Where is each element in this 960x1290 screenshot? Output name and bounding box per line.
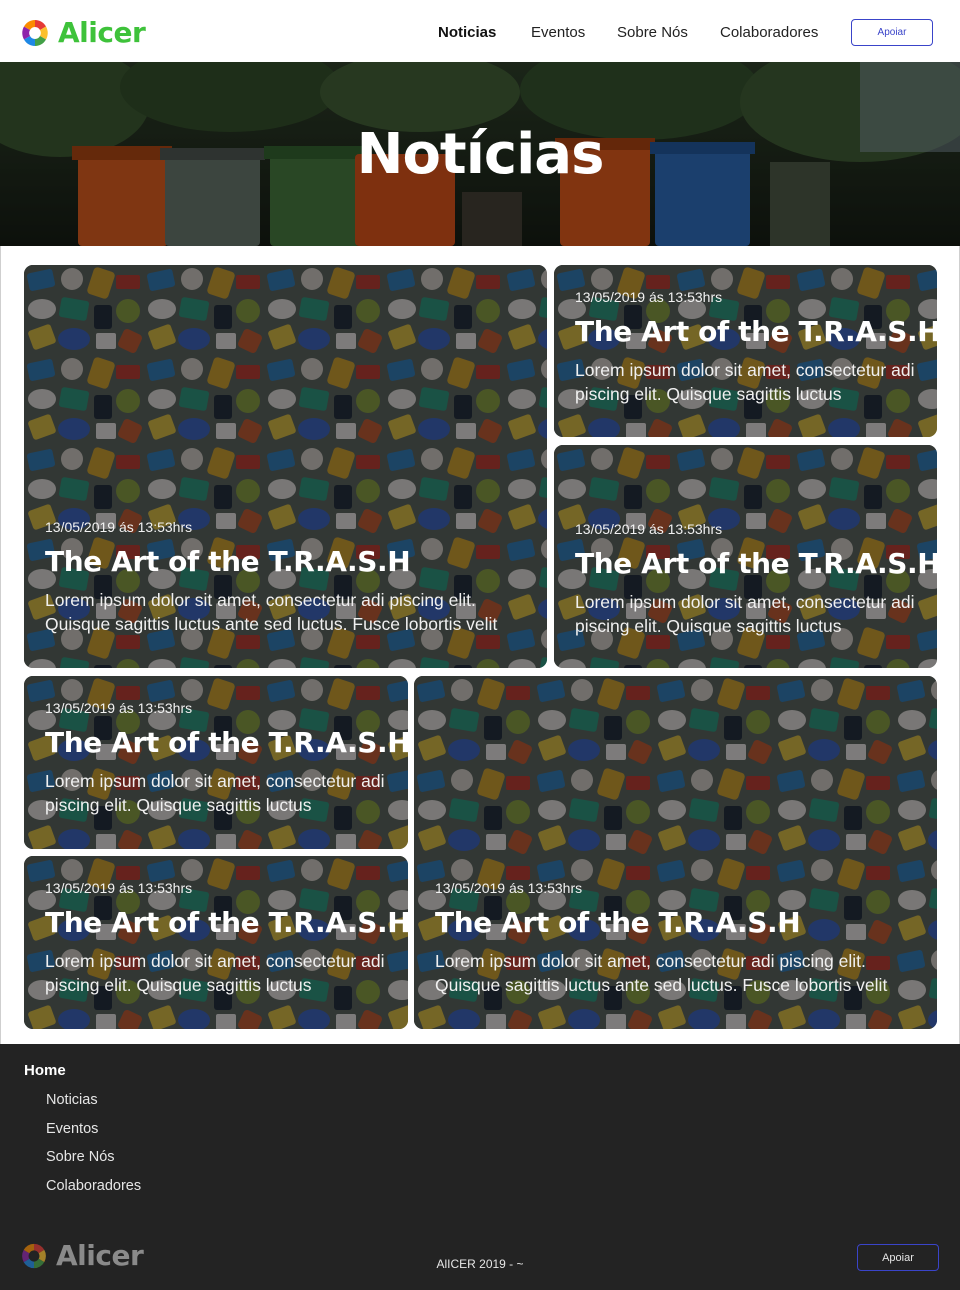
copyright-text: AlICER 2019 - ~ xyxy=(436,1257,524,1271)
news-date: 13/05/2019 ás 13:53hrs xyxy=(45,700,193,716)
news-title[interactable]: The Art of the T.R.A.S.H xyxy=(45,725,408,761)
news-card-featured-1[interactable]: 13/05/2019 ás 13:53hrs The Art of the T.… xyxy=(24,265,547,668)
footer-link-noticias[interactable]: Noticias xyxy=(46,1090,98,1110)
news-excerpt: Lorem ipsum dolor sit amet, consectetur … xyxy=(435,951,888,995)
news-date: 13/05/2019 ás 13:53hrs xyxy=(575,521,723,537)
news-card-5[interactable]: 13/05/2019 ás 13:53hrs The Art of the T.… xyxy=(24,856,408,1029)
news-card-featured-2[interactable]: 13/05/2019 ás 13:53hrs The Art of the T.… xyxy=(414,676,937,1029)
news-title[interactable]: The Art of the T.R.A.S.H xyxy=(575,546,937,582)
news-title[interactable]: The Art of the T.R.A.S.H xyxy=(45,544,531,580)
news-excerpt: Lorem ipsum dolor sit amet, consectetur … xyxy=(45,771,385,815)
news-excerpt: Lorem ipsum dolor sit amet, consectetur … xyxy=(45,590,498,634)
footer-support-button[interactable]: Apoiar xyxy=(857,1244,939,1271)
news-date: 13/05/2019 ás 13:53hrs xyxy=(45,880,193,896)
news-title[interactable]: The Art of the T.R.A.S.H xyxy=(45,905,408,941)
page-title: Notícias xyxy=(356,122,605,187)
news-title[interactable]: The Art of the T.R.A.S.H xyxy=(435,905,921,941)
news-card-4[interactable]: 13/05/2019 ás 13:53hrs The Art of the T.… xyxy=(24,676,408,849)
news-date: 13/05/2019 ás 13:53hrs xyxy=(45,519,193,535)
news-grid: 13/05/2019 ás 13:53hrs The Art of the T.… xyxy=(0,246,960,1044)
footer-link-eventos[interactable]: Eventos xyxy=(46,1119,98,1139)
news-date: 13/05/2019 ás 13:53hrs xyxy=(435,880,583,896)
nav-item-eventos[interactable]: Eventos xyxy=(531,22,585,44)
news-title[interactable]: The Art of the T.R.A.S.H xyxy=(575,314,937,350)
footer-link-sobre-nos[interactable]: Sobre Nós xyxy=(46,1147,115,1167)
support-button[interactable]: Apoiar xyxy=(851,19,933,46)
footer-home-link[interactable]: Home xyxy=(24,1061,66,1081)
nav-item-noticias[interactable]: Noticias xyxy=(438,22,496,44)
news-card-3[interactable]: 13/05/2019 ás 13:53hrs The Art of the T.… xyxy=(554,445,937,668)
news-date: 13/05/2019 ás 13:53hrs xyxy=(575,289,723,305)
footer-link-colaboradores[interactable]: Colaboradores xyxy=(46,1176,141,1196)
hero-banner: Notícias xyxy=(0,62,960,246)
news-excerpt: Lorem ipsum dolor sit amet, consectetur … xyxy=(575,592,915,636)
nav-item-sobre-nos[interactable]: Sobre Nós xyxy=(617,22,688,44)
news-card-2[interactable]: 13/05/2019 ás 13:53hrs The Art of the T.… xyxy=(554,265,937,437)
news-excerpt: Lorem ipsum dolor sit amet, consectetur … xyxy=(45,951,385,995)
nav-item-colaboradores[interactable]: Colaboradores xyxy=(720,22,818,44)
site-header: Alicer Noticias Eventos Sobre Nós Colabo… xyxy=(0,0,960,62)
main-nav: Noticias Eventos Sobre Nós Colaboradores xyxy=(0,22,960,44)
site-footer: Home Noticias Eventos Sobre Nós Colabora… xyxy=(0,1044,960,1290)
news-excerpt: Lorem ipsum dolor sit amet, consectetur … xyxy=(575,360,915,404)
